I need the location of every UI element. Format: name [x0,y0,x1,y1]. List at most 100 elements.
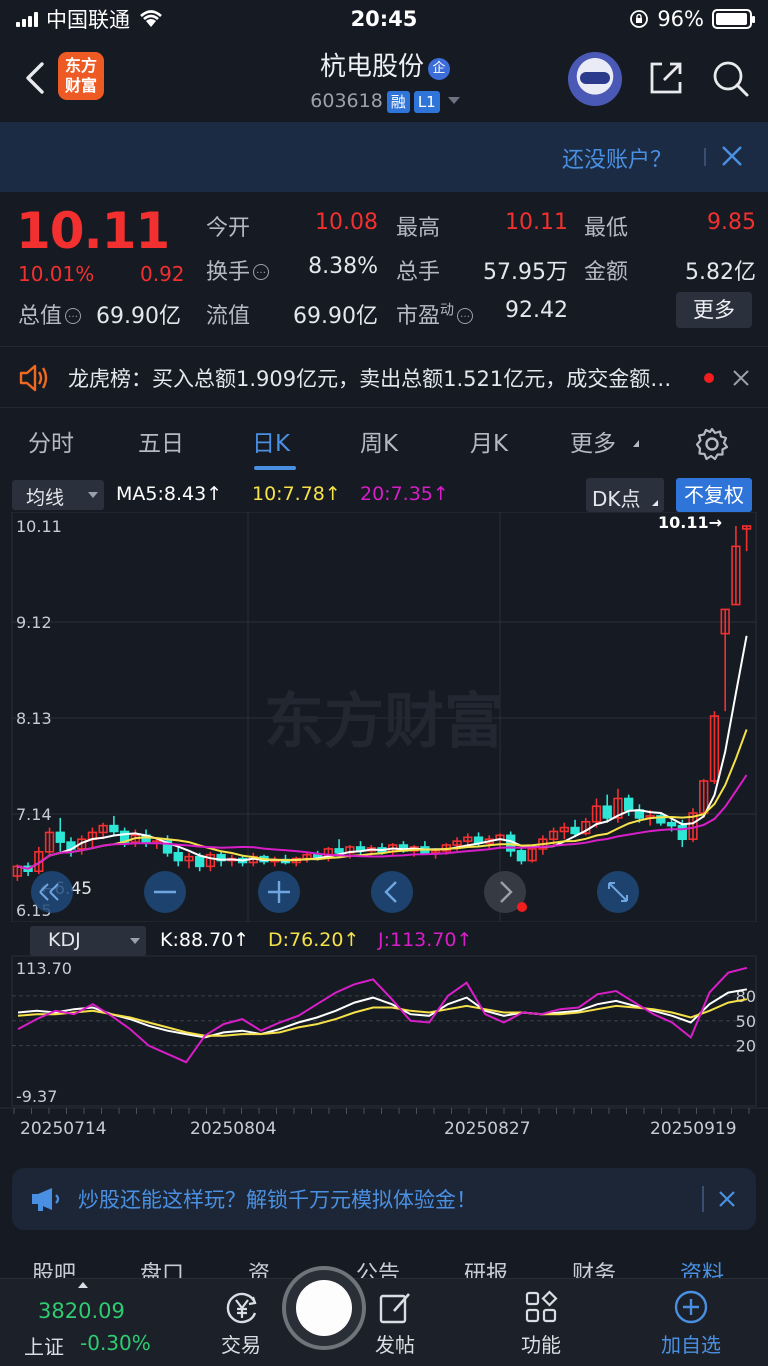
kline-chart[interactable]: 东方财富 10.119.128.137.146.15 10.11→ ←6.45 [0,512,768,922]
candle-body [677,824,687,841]
chevron-down-icon [88,492,98,498]
add-watchlist-label: 加自选 [661,1333,721,1357]
eastmoney-logo[interactable]: 东方 财富 [58,52,104,100]
ma10-legend: 10:7.78↑ [252,483,341,505]
market-cap-value: 69.90亿 [96,304,181,329]
expand-left-button[interactable] [31,871,73,913]
more-quote-button[interactable]: 更多 [676,292,752,328]
info-icon[interactable]: … [65,308,82,324]
promo-text[interactable]: 炒股还能这样玩？解锁千万元模拟体验金！ [78,1184,477,1214]
ma5-value: MA5:8.43 [116,483,207,505]
edit-icon [379,1293,410,1324]
close-icon[interactable] [720,144,744,168]
tab-monthly-k[interactable]: 月K [470,424,508,458]
ma10-value: 10:7.78 [252,483,325,505]
info-icon[interactable]: … [253,264,270,280]
close-icon[interactable] [718,1190,736,1208]
dk-point-label: DK点 [592,487,641,511]
change-percent: 10.01% [18,262,95,286]
index-change[interactable]: -0.30% [80,1331,151,1355]
y-tick-label: 9.12 [16,613,52,632]
close-icon[interactable] [732,369,750,387]
dragon-tiger-notice[interactable]: 龙虎榜：买入总额1.909亿元，卖出总额1.521亿元，成交金额占总成交额比例 [0,346,768,408]
pe-label[interactable]: 市盈动… [396,298,474,330]
app-root: 中国联通 20:45 96% 东方 财富 杭电股份企 603618 融 L1 还没账… [0,0,768,1366]
open-label: 今开 [206,216,251,241]
status-bar: 中国联通 20:45 96% [0,0,768,38]
stock-code-row[interactable]: 603618 融 L1 [260,90,510,113]
trade-label: 交易 [221,1333,261,1357]
assistive-touch-button[interactable] [282,1266,366,1350]
stock-header: 东方 财富 杭电股份企 603618 融 L1 [0,40,768,120]
candle-body [109,824,119,833]
battery-icon [712,9,755,29]
pe-label-text: 市盈 [396,304,441,329]
tab-five-day[interactable]: 五日 [138,424,184,458]
dk-point-toggle[interactable]: DK点 [586,478,664,512]
ma-select[interactable]: 均线 [12,480,104,510]
index-value[interactable]: 3820.09 [38,1299,125,1323]
tab-more[interactable]: 更多 [570,424,616,458]
turnover-label[interactable]: 换手… [206,254,270,286]
function-label: 功能 [521,1333,561,1357]
stock-title: 杭电股份企 [260,46,510,83]
last-price: 10.11 [16,202,170,260]
y-tick-label: 7.14 [16,805,52,824]
unadjusted-button[interactable]: 不复权 [676,478,752,512]
tab-daily-k[interactable]: 日K [252,424,290,458]
turnover-value: 8.38% [308,254,378,279]
watermark-logo: 东方财富 [264,687,504,757]
pe-value: 92.42 [505,298,568,323]
level-tag: L1 [413,91,440,113]
date-tick-label: 20250714 [20,1119,107,1139]
kdj-min-label: -9.37 [16,1087,57,1106]
promo-banner[interactable]: 炒股还能这样玩？解锁千万元模拟体验金！ [12,1168,756,1230]
candle-body [312,853,323,858]
market-cap-label[interactable]: 总值… [18,298,82,330]
carrier-name: 中国联通 [46,8,130,32]
status-left: 中国联通 [16,4,316,34]
active-tab-indicator [254,466,296,470]
back-arrow-icon[interactable] [18,56,54,100]
amount-label: 金额 [584,260,629,285]
account-banner-text[interactable]: 还没账户？ [562,142,672,174]
rotation-lock-icon [630,10,649,28]
candle-body [55,831,65,843]
candle-body [334,848,344,854]
battery-fill [716,13,747,25]
candle-body [666,821,677,827]
ma-select-label: 均线 [26,487,65,509]
pe-label-sup: 动 [440,302,455,319]
chevron-down-icon [447,97,460,104]
index-name[interactable]: 上证 [24,1331,64,1360]
kdj-k-line [17,988,748,1039]
prev-button[interactable] [371,871,413,913]
index-expand-icon[interactable] [78,1282,88,1288]
share-icon[interactable] [646,58,686,98]
tab-intraday[interactable]: 分时 [28,424,74,458]
logo-text-top: 东方 [64,56,97,75]
ma20-legend: 20:7.35↑ [360,483,449,505]
account-banner[interactable]: 还没账户？ [0,122,768,192]
volume-label: 总手 [396,260,441,285]
kdj-labels: 805020113.70-9.37 [16,959,756,1106]
low-label: 最低 [584,216,629,241]
assistant-robot-icon[interactable] [568,52,622,106]
wifi-icon [140,10,162,27]
tab-weekly-k[interactable]: 周K [360,424,398,458]
kdj-chart[interactable]: 805020113.70-9.37 20250714 20250804 202508… [0,922,768,1158]
dragon-tiger-text[interactable]: 龙虎榜：买入总额1.909亿元，卖出总额1.521亿元，成交金额占总成交额比例 [68,363,678,393]
search-icon[interactable] [710,58,750,98]
chart-controls [31,871,639,913]
gear-icon[interactable] [694,426,730,462]
info-icon[interactable]: … [457,308,474,324]
megaphone-icon [32,1188,60,1211]
logo-text-bottom: 财富 [64,76,97,95]
date-tick-label: 20250804 [190,1119,277,1139]
candle-body [602,805,612,819]
apps-grid-icon [525,1290,558,1323]
signal-icon [16,11,38,27]
period-tabs: 分时 五日 日K 周K 月K 更多 [0,410,768,474]
high-label: 最高 [396,216,441,241]
margin-tag: 融 [386,91,410,113]
